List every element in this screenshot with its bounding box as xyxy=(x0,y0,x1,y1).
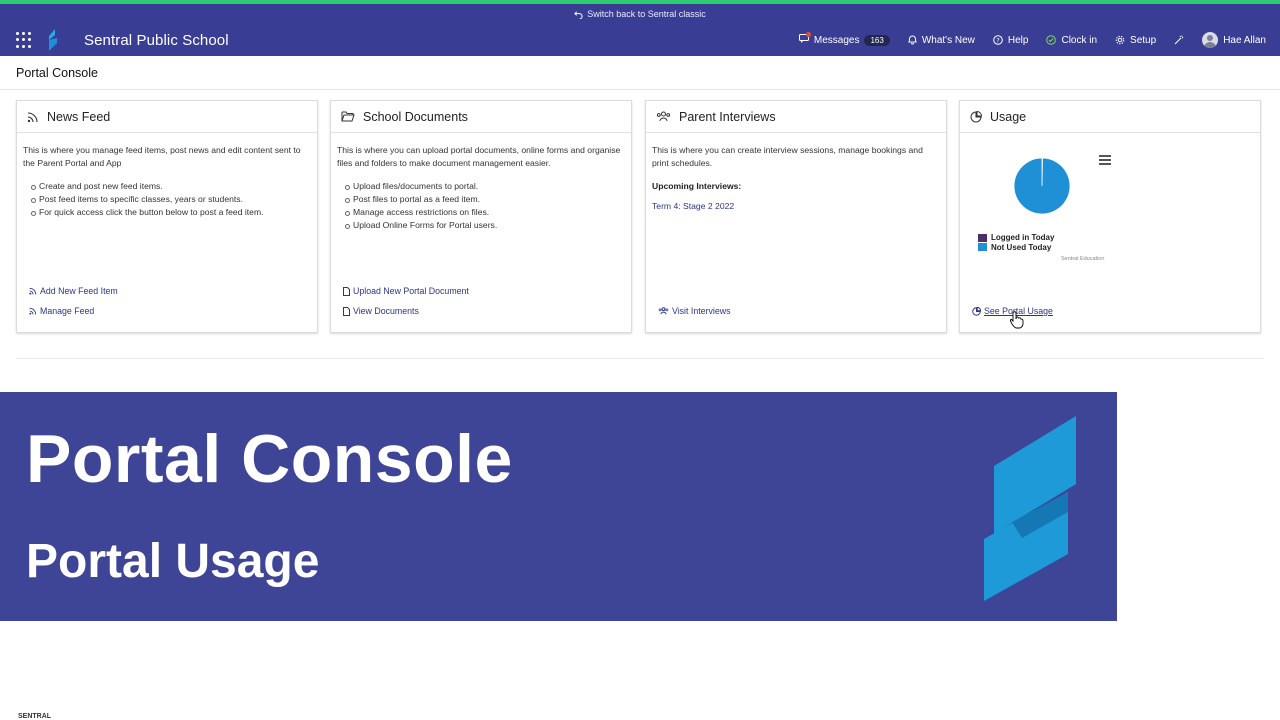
manage-feed-link[interactable]: Manage Feed xyxy=(29,304,118,318)
card-header: Parent Interviews xyxy=(646,101,946,133)
top-navbar: Sentral Public School Messages 163 What'… xyxy=(0,24,1280,56)
legend-item[interactable]: Logged in Today xyxy=(978,233,1054,243)
undo-icon xyxy=(574,10,583,19)
list-item: Post feed items to specific classes, yea… xyxy=(23,193,311,206)
card-header: News Feed xyxy=(17,101,317,133)
rss-icon xyxy=(27,111,38,122)
legend-label: Not Used Today xyxy=(991,242,1052,252)
list-item: For quick access click the button below … xyxy=(23,206,311,219)
card-title: School Documents xyxy=(363,109,468,124)
list-item: Manage access restrictions on files. xyxy=(337,206,625,219)
whats-new-label: What's New xyxy=(921,34,975,46)
card-title: News Feed xyxy=(47,109,111,124)
magic-wand-icon xyxy=(1174,35,1184,45)
legend-item[interactable]: Not Used Today xyxy=(978,243,1054,253)
help-icon: ? xyxy=(993,35,1003,45)
whats-new-button[interactable]: What's New xyxy=(908,35,975,46)
messages-label: Messages xyxy=(813,34,860,46)
avatar xyxy=(1202,32,1219,48)
card-description: This is where you can upload portal docu… xyxy=(337,145,621,168)
manage-feed-label[interactable]: Manage Feed xyxy=(40,306,94,316)
message-icon xyxy=(798,32,811,46)
page-title: Portal Console xyxy=(16,66,98,80)
pie-chart-icon xyxy=(970,110,982,122)
switch-classic-label[interactable]: Switch back to Sentral classic xyxy=(587,9,706,19)
section-divider xyxy=(16,358,1264,359)
card-title: Parent Interviews xyxy=(679,109,776,124)
card-header: Usage xyxy=(960,101,1260,133)
feature-list: Upload files/documents to portal. Post f… xyxy=(337,180,625,232)
user-name: Hae Allan xyxy=(1223,34,1266,46)
feature-list: Create and post new feed items. Post fee… xyxy=(23,180,311,219)
clock-in-button[interactable]: Clock in xyxy=(1046,35,1097,46)
list-item: Post files to portal as a feed item. xyxy=(337,193,625,206)
usage-card: Usage Logged in Today Not Used Today Sen… xyxy=(959,100,1261,333)
help-label: Help xyxy=(1007,34,1029,46)
add-feed-item-label[interactable]: Add New Feed Item xyxy=(40,286,118,296)
footer-status-bar: SENTRAL xyxy=(0,710,1280,720)
rss-icon xyxy=(29,307,37,315)
footer-brand: SENTRAL xyxy=(18,713,52,720)
school-documents-card: School Documents This is where you can u… xyxy=(330,100,632,333)
upload-document-label[interactable]: Upload New Portal Document xyxy=(353,286,469,296)
hamburger-menu-icon[interactable] xyxy=(1099,155,1111,165)
chart-credit: Sentral Education xyxy=(1061,256,1105,262)
legend-swatch xyxy=(978,243,987,252)
visit-interviews-link[interactable]: Visit Interviews xyxy=(658,304,731,318)
bell-icon xyxy=(908,35,917,45)
document-icon xyxy=(343,286,350,296)
folder-open-icon xyxy=(341,111,355,122)
users-icon xyxy=(658,307,669,315)
sentral-logo-icon[interactable] xyxy=(46,29,60,51)
clock-in-label: Clock in xyxy=(1061,34,1098,46)
magic-wand-button[interactable] xyxy=(1174,35,1184,45)
upcoming-interviews-label: Upcoming Interviews: xyxy=(652,181,742,191)
legend-swatch xyxy=(978,233,987,242)
upload-document-link[interactable]: Upload New Portal Document xyxy=(343,284,469,298)
pie-slice-not-used-today[interactable] xyxy=(1013,157,1071,215)
legend-label: Logged in Today xyxy=(991,233,1055,242)
sentral-logo-icon xyxy=(984,416,1076,601)
list-item: Create and post new feed items. xyxy=(23,180,311,193)
card-header: School Documents xyxy=(331,101,631,133)
view-documents-link[interactable]: View Documents xyxy=(343,304,469,318)
setup-label: Setup xyxy=(1130,34,1157,46)
messages-button[interactable]: Messages 163 xyxy=(798,32,890,46)
visit-interviews-label[interactable]: Visit Interviews xyxy=(672,306,731,316)
interview-session-link[interactable]: Term 4: Stage 2 2022 xyxy=(652,200,940,213)
setup-button[interactable]: Setup xyxy=(1115,35,1156,46)
view-documents-label[interactable]: View Documents xyxy=(353,306,419,316)
title-banner: Portal Console Portal Usage xyxy=(0,392,1117,621)
list-item: Upload files/documents to portal. xyxy=(337,180,625,193)
card-title: Usage xyxy=(990,109,1027,124)
banner-subtitle: Portal Usage xyxy=(26,535,320,588)
users-icon xyxy=(656,111,671,122)
messages-count-badge: 163 xyxy=(864,34,890,46)
add-feed-item-link[interactable]: Add New Feed Item xyxy=(29,284,118,298)
gear-icon xyxy=(1115,35,1125,45)
news-feed-card: News Feed This is where you manage feed … xyxy=(16,100,318,333)
rss-icon xyxy=(29,287,37,295)
chart-legend: Logged in Today Not Used Today xyxy=(978,233,1054,252)
app-launcher-icon[interactable] xyxy=(16,32,32,48)
help-button[interactable]: ? Help xyxy=(993,34,1029,46)
document-icon xyxy=(343,306,350,316)
card-description: This is where you can create interview s… xyxy=(652,145,923,168)
school-name: Sentral Public School xyxy=(84,31,229,49)
list-item: Upload Online Forms for Portal users. xyxy=(337,219,625,232)
page-header: Portal Console xyxy=(0,56,1280,90)
hand-cursor-icon xyxy=(1009,311,1024,329)
parent-interviews-card: Parent Interviews This is where you can … xyxy=(645,100,947,333)
user-menu[interactable]: Hae Allan xyxy=(1202,32,1266,48)
clock-check-icon xyxy=(1046,35,1057,45)
pie-chart-icon xyxy=(972,306,981,316)
switch-classic-bar[interactable]: Switch back to Sentral classic xyxy=(0,4,1280,24)
banner-title: Portal Console xyxy=(26,421,513,497)
card-description: This is where you manage feed items, pos… xyxy=(23,145,301,168)
svg-text:?: ? xyxy=(996,36,999,44)
